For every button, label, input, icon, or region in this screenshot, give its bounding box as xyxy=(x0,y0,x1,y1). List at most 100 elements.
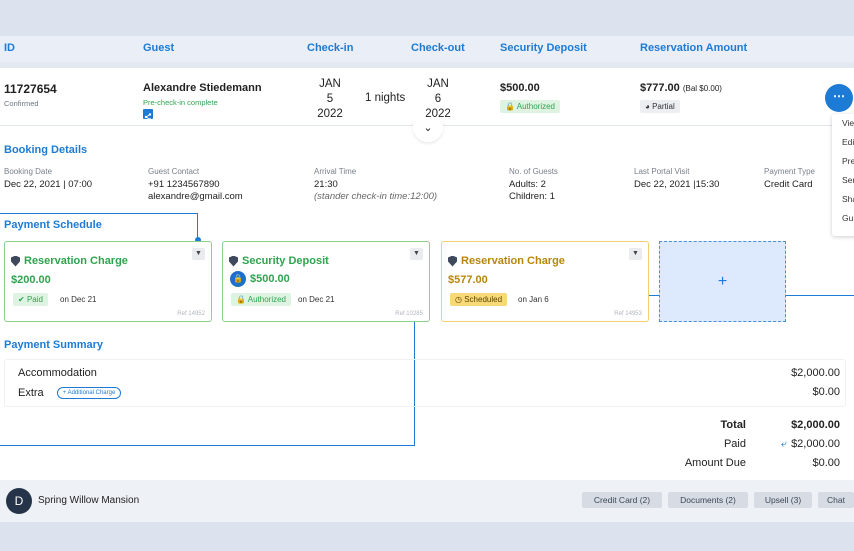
scheduled-badge: ◷ Scheduled xyxy=(450,293,508,306)
portal-label: Last Portal Visit xyxy=(634,167,690,176)
table-header: ID Guest Check-in Check-out Security Dep… xyxy=(0,36,854,62)
authorized-badge: 🔒 Authorized xyxy=(231,293,291,306)
guest-phone: +91 1234567890 xyxy=(148,179,220,190)
card-title-text: Reservation Charge xyxy=(461,255,565,267)
connector-line xyxy=(0,213,198,214)
schedule-card-security-deposit[interactable]: Security Deposit 🔒 $500.00 ▼ 🔒 Authorize… xyxy=(222,241,430,322)
shield-icon xyxy=(11,255,20,267)
guests-label: No. of Guests xyxy=(509,167,558,176)
credit-card-button[interactable]: Credit Card (2) xyxy=(582,492,662,508)
card-dropdown-button[interactable]: ▼ xyxy=(192,248,205,260)
col-amount: Reservation Amount xyxy=(640,42,748,54)
card-title: Reservation Charge xyxy=(448,255,565,267)
col-checkout: Check-out xyxy=(411,42,465,54)
card-amount: 🔒 $500.00 xyxy=(230,271,290,287)
shield-icon xyxy=(448,255,457,267)
total-label: Total xyxy=(720,419,746,431)
avatar: D xyxy=(6,488,32,514)
additional-charge-button[interactable]: + Additional Charge xyxy=(56,387,122,400)
col-guest: Guest xyxy=(143,42,175,54)
add-payment-button[interactable]: + xyxy=(659,241,786,322)
total-value: $2,000.00 xyxy=(791,419,840,431)
card-amount: $200.00 xyxy=(11,274,51,286)
col-deposit: Security Deposit xyxy=(500,42,587,54)
booking-date-label: Booking Date xyxy=(4,167,53,176)
guest-name[interactable]: Alexandre Stiedemann xyxy=(143,82,262,94)
card-amount: $577.00 xyxy=(448,274,488,286)
card-date: on Dec 21 xyxy=(298,295,335,304)
menu-item-send[interactable]: Sen xyxy=(832,171,854,190)
schedule-card-reservation-charge[interactable]: Reservation Charge $200.00 ▼ ✔ Paid on D… xyxy=(4,241,212,322)
partial-badge: ◕ Partial xyxy=(640,100,680,113)
arrival-time: 21:30 xyxy=(314,179,338,190)
checkin-year: 2022 xyxy=(317,108,343,120)
guest-email[interactable]: alexandre@gmail.com xyxy=(148,191,243,203)
paid-badge: ✔ Paid xyxy=(13,293,48,306)
menu-item-pre[interactable]: Pre xyxy=(832,152,854,171)
checkout-day: 6 xyxy=(434,93,442,105)
extra-value: $0.00 xyxy=(812,386,840,398)
accommodation-label: Accommodation xyxy=(18,367,97,379)
deposit-status-label: Authorized xyxy=(516,102,555,111)
payment-schedule-title: Payment Schedule xyxy=(4,219,102,231)
due-label: Amount Due xyxy=(684,457,746,469)
portal-visit: Dec 22, 2021 |15:30 xyxy=(634,179,720,190)
guest-status: Pre-check-in complete xyxy=(143,98,218,107)
top-band xyxy=(0,0,854,36)
menu-item-share[interactable]: Sha xyxy=(832,190,854,209)
reservation-balance: (Bal $0.00) xyxy=(682,84,722,93)
card-ref: Ref 14952 xyxy=(177,311,205,317)
card-title: Reservation Charge xyxy=(11,255,128,267)
bottom-band xyxy=(0,522,854,551)
reservation-id: 11727654 xyxy=(4,82,57,96)
reservation-amount-value: $777.00 xyxy=(640,82,680,94)
checkin-month: JAN xyxy=(319,78,341,90)
connector-line xyxy=(197,213,198,240)
options-menu: Vie Edi Pre Sen Sha Gu xyxy=(832,114,854,236)
checkout-date: JAN 6 2022 xyxy=(418,77,458,122)
contact-label: Guest Contact xyxy=(148,167,200,176)
refund-icon[interactable]: ⤶ xyxy=(781,438,787,450)
shield-icon xyxy=(229,255,238,267)
card-title: Security Deposit xyxy=(229,255,329,267)
card-ref: Ref 14953 xyxy=(614,311,642,317)
paid-label: Paid xyxy=(26,295,43,304)
paid-amount: $2,000.00 xyxy=(791,438,840,450)
partial-label: Partial xyxy=(652,102,675,111)
share-icon[interactable] xyxy=(143,109,153,121)
reservation-amount: $777.00 (Bal $0.00) xyxy=(640,82,722,94)
card-date: on Jan 6 xyxy=(518,295,549,304)
payment-summary-title: Payment Summary xyxy=(4,339,104,351)
menu-item-guest[interactable]: Gu xyxy=(832,209,854,228)
card-amount-text: $500.00 xyxy=(250,273,290,285)
children-count: Children: 1 xyxy=(509,191,555,202)
upsell-button[interactable]: Upsell (3) xyxy=(754,492,812,508)
menu-item-view[interactable]: Vie xyxy=(832,114,854,133)
col-id: ID xyxy=(4,42,15,54)
payment-type-label: Payment Type xyxy=(764,167,815,176)
more-options-button[interactable]: ⋯ xyxy=(825,84,853,112)
paid-label-summary: Paid xyxy=(723,438,746,450)
nights-count: 1 nights xyxy=(365,92,406,104)
reservation-status: Confirmed xyxy=(4,99,39,108)
chat-button[interactable]: Chat xyxy=(818,492,854,508)
documents-button[interactable]: Documents (2) xyxy=(668,492,748,508)
menu-item-edit[interactable]: Edi xyxy=(832,133,854,152)
card-dropdown-button[interactable]: ▼ xyxy=(410,248,423,260)
checkin-day: 5 xyxy=(326,93,334,105)
connector-line xyxy=(0,445,415,446)
lock-icon: 🔒 xyxy=(230,271,246,287)
extra-row: Extra + Additional Charge xyxy=(18,387,122,400)
checkout-month: JAN xyxy=(427,78,449,90)
booking-date: Dec 22, 2021 | 07:00 xyxy=(4,179,93,190)
arrival-label: Arrival Time xyxy=(314,167,357,176)
property-footer: D Spring Willow Mansion Credit Card (2) … xyxy=(0,480,854,522)
card-title-text: Reservation Charge xyxy=(24,255,128,267)
card-dropdown-button[interactable]: ▼ xyxy=(629,248,642,260)
schedule-card-reservation-charge-scheduled[interactable]: Reservation Charge $577.00 ▼ ◷ Scheduled… xyxy=(441,241,649,322)
accommodation-value: $2,000.00 xyxy=(791,367,840,379)
card-ref: Ref 10285 xyxy=(395,311,423,317)
booking-details-title: Booking Details xyxy=(4,144,88,156)
due-value: $0.00 xyxy=(812,457,840,469)
arrival-note: (stander check-in time:12:00) xyxy=(314,191,438,202)
